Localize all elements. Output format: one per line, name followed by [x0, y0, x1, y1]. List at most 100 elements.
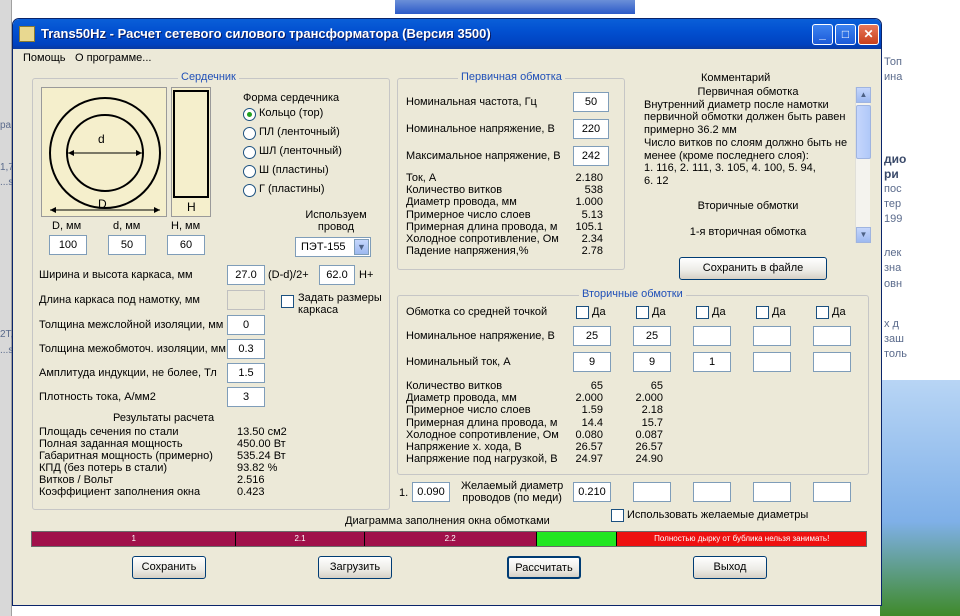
outer-diameter-input[interactable]: 100 [49, 235, 87, 255]
save-to-file-button[interactable]: Сохранить в файле [679, 257, 827, 280]
background-text: ина [884, 71, 903, 83]
exit-button[interactable]: Выход [693, 556, 767, 579]
calculate-button[interactable]: Рассчитать [507, 556, 581, 579]
param-input-3[interactable]: 3 [227, 387, 265, 407]
shape-label-3: Ш (пластины) [259, 164, 329, 176]
sec-voltage-input-0[interactable]: 25 [573, 326, 611, 346]
wire-label: Используем провод [301, 209, 371, 233]
save-button[interactable]: Сохранить [132, 556, 206, 579]
primary-output-label-4: Примерная длина провода, м [406, 220, 558, 233]
sec-current-input-0[interactable]: 9 [573, 352, 611, 372]
menu-help[interactable]: Помощь [23, 52, 66, 64]
dim-label-D: D, мм [52, 220, 82, 232]
sec-current-input-2[interactable]: 1 [693, 352, 731, 372]
result-label-0: Площадь сечения по стали [39, 426, 179, 438]
sec-diameter-input-3[interactable] [753, 482, 791, 502]
use-desired-checkbox[interactable] [611, 509, 624, 522]
frame-width-formula: (D-d)/2+ [268, 269, 309, 281]
menu-about[interactable]: О программе... [75, 52, 151, 64]
comment-scrollbar[interactable]: ▲ ▼ [855, 87, 871, 243]
result-value-2: 535.24 Вт [237, 450, 286, 462]
primary-output-value-3: 5.13 [581, 208, 603, 221]
midpoint-checkbox-2[interactable] [696, 306, 709, 319]
comment-line-9: Вторичные обмотки [697, 200, 799, 213]
fill-segment-0: 1 [32, 532, 237, 546]
sec-diameter-input-0[interactable]: 0.210 [573, 482, 611, 502]
sec-voltage-input-3[interactable] [753, 326, 791, 346]
midpoint-checkbox-1[interactable] [636, 306, 649, 319]
sec-voltage-input-2[interactable] [693, 326, 731, 346]
primary-output-value-2: 1.000 [575, 196, 603, 209]
sec-output-label-6: Напряжение под нагрузкой, В [406, 453, 558, 466]
param-input-0[interactable]: 0 [227, 315, 265, 335]
background-text: ри [884, 167, 899, 181]
comment-line-1: Внутренний диаметр после намотки [644, 98, 829, 111]
results-title: Результаты расчета [113, 412, 215, 424]
close-button[interactable]: ✕ [858, 24, 879, 45]
minimize-button[interactable]: _ [812, 24, 833, 45]
height-input[interactable]: 60 [167, 235, 205, 255]
sec-current-input-1[interactable]: 9 [633, 352, 671, 372]
load-button[interactable]: Загрузить [318, 556, 392, 579]
sec-voltage-input-1[interactable]: 25 [633, 326, 671, 346]
app-icon [19, 26, 35, 42]
primary-output-label-0: Ток, А [406, 172, 437, 184]
frame-height-input[interactable]: 62.0 [319, 265, 355, 285]
shape-label-4: Г (пластины) [259, 183, 325, 195]
sec-diameter-input-4[interactable] [813, 482, 851, 502]
maximize-button[interactable]: □ [835, 24, 856, 45]
diagram-label-d: d [98, 132, 105, 146]
sec-voltage-input-4[interactable] [813, 326, 851, 346]
fill-diagram-title: Диаграмма заполнения окна обмотками [345, 515, 550, 527]
sec-output-col2-5: 26.57 [635, 441, 663, 453]
comment-line-0: Первичная обмотка [697, 86, 799, 98]
scroll-thumb[interactable] [856, 105, 871, 159]
sec-output-label-1: Диаметр провода, мм [406, 392, 517, 405]
core-group-title: Сердечник [178, 71, 239, 83]
frame-width-input[interactable]: 27.0 [227, 265, 265, 285]
inner-diameter-input[interactable]: 50 [108, 235, 146, 255]
param-label-3: Плотность тока, А/мм2 [39, 391, 156, 403]
midpoint-checkbox-4[interactable] [816, 306, 829, 319]
scroll-down-icon[interactable]: ▼ [856, 227, 871, 243]
primary-input-0[interactable]: 50 [573, 92, 609, 112]
primary-output-label-1: Количество витков [406, 184, 503, 197]
sec-diameter-input-2[interactable] [693, 482, 731, 502]
shape-radio-0[interactable] [243, 108, 256, 121]
midpoint-yes-label-4: Да [832, 306, 846, 318]
result-value-4: 2.516 [237, 474, 265, 486]
shape-radio-3[interactable] [243, 165, 256, 178]
param-input-1[interactable]: 0.3 [227, 339, 265, 359]
background-text: толь [884, 348, 907, 360]
result-label-4: Витков / Вольт [39, 474, 114, 486]
set-frame-label-line2: каркаса [298, 304, 339, 316]
sec-current-input-3[interactable] [753, 352, 791, 372]
desktop-wallpaper [880, 380, 960, 616]
shape-label-0: Кольцо (тор) [259, 107, 324, 119]
sec-output-col2-0: 65 [650, 380, 663, 392]
sec-output-label-2: Примерное число слоев [406, 404, 531, 417]
midpoint-checkbox-3[interactable] [756, 306, 769, 319]
primary-input-1[interactable]: 220 [573, 119, 609, 139]
sec-output-col1-6: 24.97 [575, 453, 603, 466]
shape-radio-1[interactable] [243, 127, 256, 140]
shape-radio-2[interactable] [243, 146, 256, 159]
midpoint-checkbox-0[interactable] [576, 306, 589, 319]
length-input [227, 290, 265, 310]
diam-label: Желаемый диаметр проводов (по меди) [461, 480, 563, 504]
param-input-2[interactable]: 1.5 [227, 363, 265, 383]
midpoint-yes-label-2: Да [712, 306, 726, 318]
sec-current-input-4[interactable] [813, 352, 851, 372]
primary-diameter-input[interactable]: 0.090 [412, 482, 450, 502]
chevron-down-icon[interactable]: ▼ [354, 239, 369, 255]
sec-output-label-3: Примерная длина провода, м [406, 416, 558, 429]
title-bar[interactable]: Trans50Hz - Расчет сетевого силового тра… [13, 19, 881, 49]
sec-diameter-input-1[interactable] [633, 482, 671, 502]
scroll-up-icon[interactable]: ▲ [856, 87, 871, 103]
shape-radio-4[interactable] [243, 184, 256, 197]
set-frame-checkbox[interactable] [281, 295, 294, 308]
comment-line-4: Число витков по слоям должно быть не [644, 136, 848, 149]
length-label: Длина каркаса под намотку, мм [39, 294, 200, 306]
primary-input-2[interactable]: 242 [573, 146, 609, 166]
diagram-label-H: H [187, 200, 196, 214]
